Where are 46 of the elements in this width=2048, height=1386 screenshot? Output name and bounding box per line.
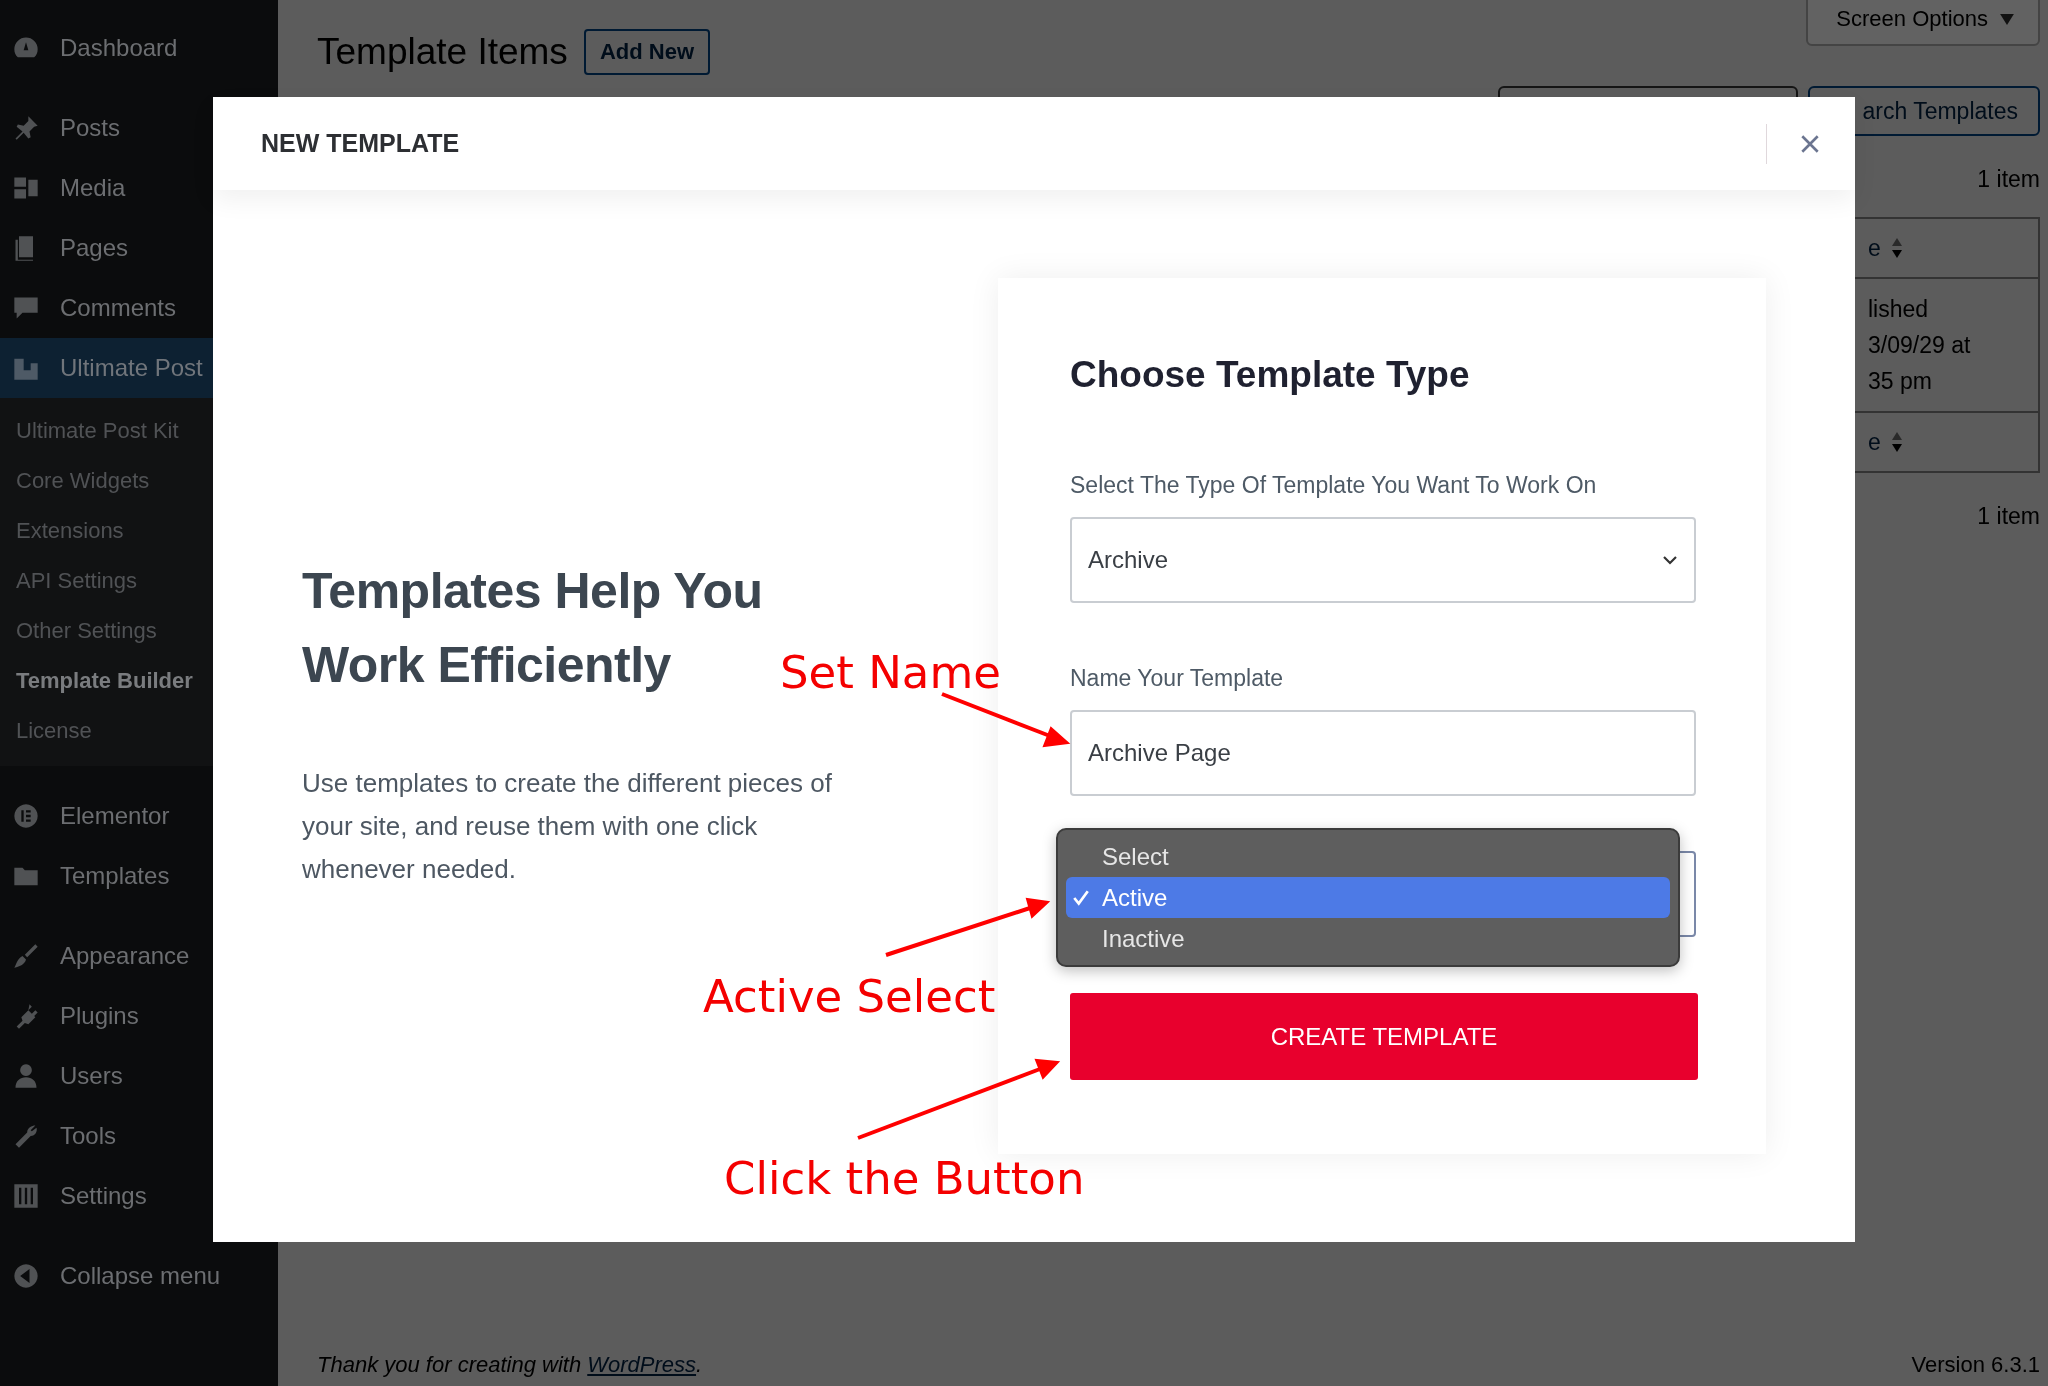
sidebar-item[interactable]: Templates: [0, 846, 278, 906]
sidebar-item[interactable]: Comments: [0, 278, 278, 338]
footer-text: Thank you for creating with WordPress.: [317, 1352, 703, 1378]
caret-down-icon: [2000, 13, 2014, 25]
sidebar-item[interactable]: Users: [0, 1046, 278, 1106]
screen-options-button[interactable]: Screen Options: [1806, 0, 2040, 46]
sidebar-item[interactable]: Collapse menu: [0, 1246, 278, 1306]
add-new-button[interactable]: Add New: [583, 29, 710, 75]
annotation-text: Click the Button: [724, 1152, 1085, 1205]
column-header[interactable]: e: [1858, 234, 2038, 262]
create-template-button[interactable]: CREATE TEMPLATE: [1070, 993, 1698, 1080]
sort-icon: [1890, 236, 1903, 260]
page-title: Template Items: [317, 31, 568, 73]
table-cell-text: lished 3/09/29 at 35 pm: [1867, 295, 1972, 396]
collapse-icon: [12, 1262, 40, 1290]
intro-text: Use templates to create the different pieces of your site, and reuse them with one click whenever needed.: [302, 767, 833, 886]
sidebar-item[interactable]: Pages: [0, 218, 278, 278]
brush-icon: [12, 942, 40, 970]
item-count: 1 item: [1976, 166, 2040, 193]
item-count: 1 item: [1976, 503, 2040, 530]
sidebar-item[interactable]: Settings: [0, 1166, 278, 1226]
annotation-text: Active Select: [703, 970, 996, 1023]
field-label: Name Your Template: [1070, 665, 1285, 692]
annotation-text: Set Name: [780, 646, 1001, 699]
dropdown-option[interactable]: Inactive: [1066, 918, 1670, 959]
sliders-icon: [12, 1182, 40, 1210]
chevron-down-icon: [1662, 555, 1678, 565]
sidebar-item[interactable]: Media: [0, 158, 278, 218]
column-header[interactable]: e: [1858, 428, 2038, 456]
wordpress-link[interactable]: WordPress: [587, 1352, 697, 1377]
sidebar-item[interactable]: Elementor: [0, 786, 278, 846]
card-title: Choose Template Type: [1070, 354, 1471, 396]
template-name-input[interactable]: Archive Page: [1070, 710, 1696, 796]
dropdown-option[interactable]: Select: [1066, 836, 1670, 877]
template-type-select[interactable]: Archive: [1070, 517, 1696, 603]
sidebar-item[interactable]: Appearance: [0, 926, 278, 986]
version-text: Version 6.3.1: [1911, 1352, 2040, 1378]
dropdown-option[interactable]: Active: [1066, 877, 1670, 918]
sidebar-item[interactable]: Dashboard: [0, 18, 278, 78]
modal-title: NEW TEMPLATE: [261, 129, 461, 158]
intro-heading: Templates Help You Work Efficiently: [302, 562, 764, 695]
sidebar-item[interactable]: Plugins: [0, 986, 278, 1046]
check-icon: [1072, 888, 1090, 907]
sidebar-item[interactable]: Tools: [0, 1106, 278, 1166]
sort-icon: [1890, 430, 1903, 454]
field-label: Select The Type Of Template You Want To Work On: [1070, 472, 1598, 499]
